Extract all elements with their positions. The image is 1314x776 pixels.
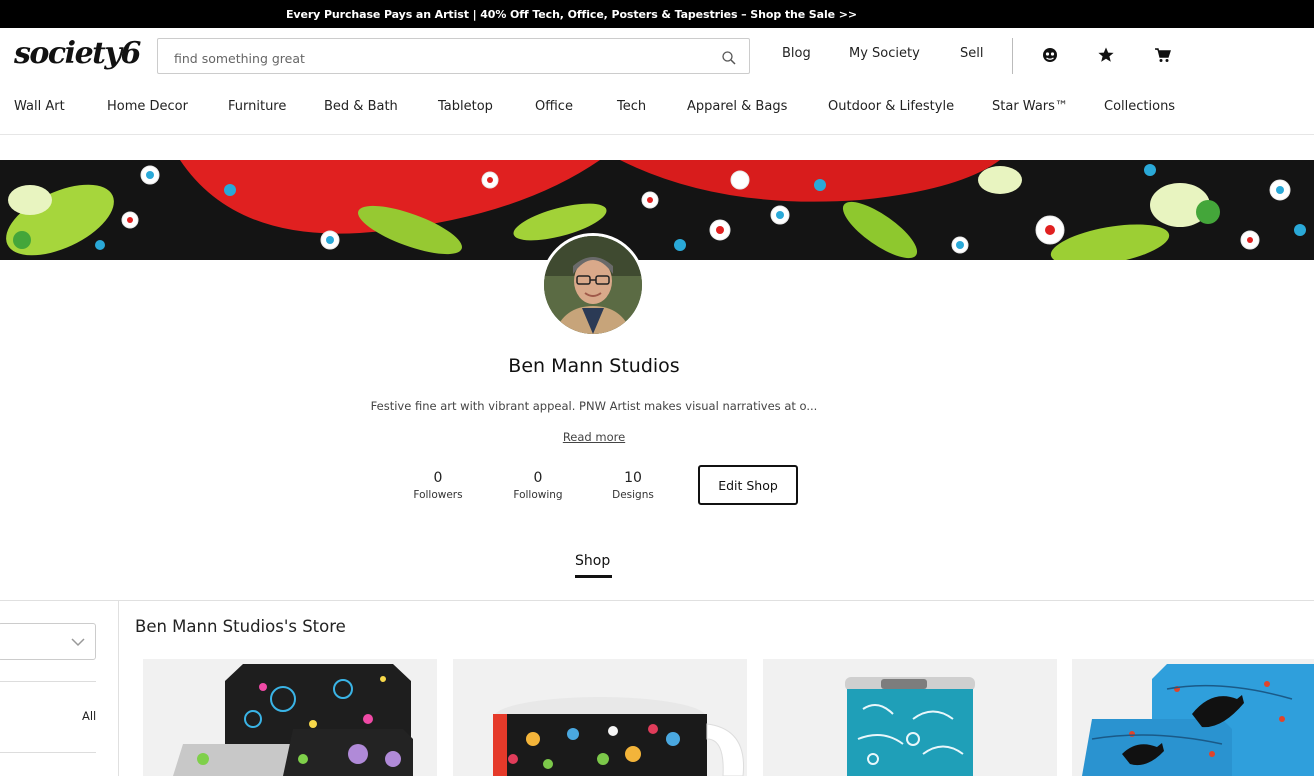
nav-tabletop[interactable]: Tabletop: [438, 99, 493, 114]
blog-link[interactable]: Blog: [782, 46, 811, 61]
promo-banner[interactable]: Every Purchase Pays an Artist | 40% Off …: [0, 0, 1314, 28]
star-icon[interactable]: [1097, 46, 1115, 64]
promo-text[interactable]: Every Purchase Pays an Artist | 40% Off …: [286, 8, 857, 21]
filter-divider-bottom: [0, 752, 96, 753]
nav-bed-bath[interactable]: Bed & Bath: [324, 99, 398, 114]
search-input[interactable]: [172, 47, 706, 69]
followers-count: 0: [433, 470, 443, 486]
avatar[interactable]: [541, 233, 645, 337]
designs-label: Designs: [612, 489, 654, 501]
nav-home-decor[interactable]: Home Decor: [107, 99, 188, 114]
nav-outdoor-lifestyle[interactable]: Outdoor & Lifestyle: [828, 99, 954, 114]
nav-furniture[interactable]: Furniture: [228, 99, 286, 114]
search-bar[interactable]: [157, 38, 750, 74]
section-divider: [0, 600, 1314, 601]
profile-banner: [0, 160, 1314, 260]
chevron-down-icon: [71, 638, 85, 647]
society6-logo[interactable]: society6: [14, 36, 141, 71]
following-stat[interactable]: 0 Following: [493, 470, 583, 501]
followers-stat[interactable]: 0 Followers: [393, 470, 483, 501]
user-icon[interactable]: [1041, 46, 1059, 64]
nav-star-wars[interactable]: Star Wars™: [992, 99, 1068, 114]
nav-wall-art[interactable]: Wall Art: [14, 99, 65, 114]
read-more-link[interactable]: Read more: [563, 430, 625, 444]
nav-apparel-bags[interactable]: Apparel & Bags: [687, 99, 787, 114]
sell-link[interactable]: Sell: [960, 46, 983, 61]
nav-tech[interactable]: Tech: [617, 99, 646, 114]
filter-all-option[interactable]: All: [82, 709, 96, 723]
following-count: 0: [533, 470, 543, 486]
sort-dropdown[interactable]: [0, 623, 96, 660]
tab-shop[interactable]: Shop: [575, 553, 610, 569]
followers-label: Followers: [413, 489, 463, 501]
nav-collections[interactable]: Collections: [1104, 99, 1175, 114]
store-title: Ben Mann Studios's Store: [135, 617, 346, 636]
product-card[interactable]: [763, 659, 1057, 776]
filter-divider-top: [0, 681, 96, 682]
product-card[interactable]: [453, 659, 747, 776]
search-icon[interactable]: [721, 50, 737, 66]
product-card[interactable]: [1072, 659, 1314, 776]
cart-icon[interactable]: [1154, 46, 1172, 64]
tab-shop-underline: [575, 575, 612, 578]
designs-stat[interactable]: 10 Designs: [588, 470, 678, 501]
profile-name: Ben Mann Studios: [508, 355, 680, 377]
category-nav: Wall Art Home Decor Furniture Bed & Bath…: [0, 92, 1314, 135]
designs-count: 10: [624, 470, 642, 486]
my-society-link[interactable]: My Society: [849, 46, 920, 61]
sidebar-divider: [118, 601, 119, 776]
header-divider: [1012, 38, 1013, 74]
product-card[interactable]: [143, 659, 437, 776]
profile-bio: Festive fine art with vibrant appeal. PN…: [370, 399, 818, 413]
read-more-container: Read more: [0, 430, 1188, 444]
following-label: Following: [513, 489, 563, 501]
edit-shop-button[interactable]: Edit Shop: [698, 465, 798, 505]
nav-office[interactable]: Office: [535, 99, 573, 114]
